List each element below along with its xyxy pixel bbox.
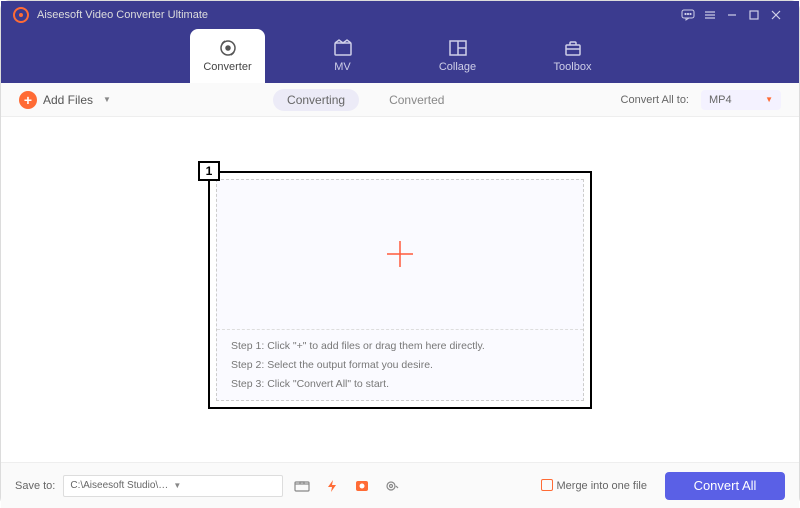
add-files-label[interactable]: Add Files [43,93,93,107]
maximize-button[interactable] [743,4,765,26]
app-logo-icon [13,7,29,23]
save-to-path: C:\Aiseesoft Studio\Ais...rter Ultimate\… [70,480,173,491]
step-2: Step 2: Select the output format you des… [231,359,569,371]
app-title: Aiseesoft Video Converter Ultimate [37,9,677,21]
convert-all-button[interactable]: Convert All [665,472,785,500]
menu-icon[interactable] [699,4,721,26]
titlebar: Aiseesoft Video Converter Ultimate [1,1,799,29]
tab-converter[interactable]: Converter [190,29,265,83]
convert-all-to-label: Convert All to: [621,94,689,106]
collage-icon [448,39,468,57]
settings-button[interactable] [381,475,403,497]
toolbar: + Add Files ▼ Converting Converted Conve… [1,83,799,117]
tab-collage[interactable]: Collage [420,29,495,83]
dropzone-add-button[interactable] [217,180,583,330]
format-value: MP4 [709,94,732,106]
feedback-icon[interactable] [677,4,699,26]
toolbox-icon [563,39,583,57]
annotation-highlight: Step 1: Click "+" to add files or drag t… [208,171,592,409]
status-tabs: Converting Converted [117,89,615,111]
tab-mv[interactable]: MV [305,29,380,83]
save-to-label: Save to: [15,480,55,492]
merge-checkbox[interactable]: Merge into one file [541,479,648,492]
main-tabbar: Converter MV Collage Toolbox [1,29,799,83]
dropzone: Step 1: Click "+" to add files or drag t… [216,179,584,401]
tab-label: Converter [203,61,251,73]
tab-label: Collage [439,61,476,73]
instruction-steps: Step 1: Click "+" to add files or drag t… [217,330,583,400]
tab-toolbox[interactable]: Toolbox [535,29,610,83]
step-3: Step 3: Click "Convert All" to start. [231,378,569,390]
save-to-path-select[interactable]: C:\Aiseesoft Studio\Ais...rter Ultimate\… [63,475,283,497]
tab-converting[interactable]: Converting [273,89,359,111]
add-files-dropdown-icon[interactable]: ▼ [103,95,111,104]
tab-converted[interactable]: Converted [375,89,458,111]
main-content: 1 Step 1: Click "+" to add files or drag… [1,117,799,462]
converter-icon [218,39,238,57]
bottom-bar: Save to: C:\Aiseesoft Studio\Ais...rter … [1,462,799,508]
output-format-select[interactable]: MP4 ▼ [701,90,781,110]
mv-icon [333,39,353,57]
tab-label: MV [334,61,351,73]
checkbox-icon [541,479,553,491]
add-files-plus-icon[interactable]: + [19,91,37,109]
minimize-button[interactable] [721,4,743,26]
annotation-callout-1: 1 [198,161,220,181]
format-caret-icon: ▼ [765,95,773,104]
gpu-accel-button[interactable] [321,475,343,497]
high-speed-button[interactable] [351,475,373,497]
add-plus-icon [383,237,417,271]
close-button[interactable] [765,4,787,26]
step-1: Step 1: Click "+" to add files or drag t… [231,340,569,352]
open-folder-button[interactable] [291,475,313,497]
tab-label: Toolbox [554,61,592,73]
merge-label: Merge into one file [557,480,648,492]
path-caret-icon: ▼ [173,481,276,490]
